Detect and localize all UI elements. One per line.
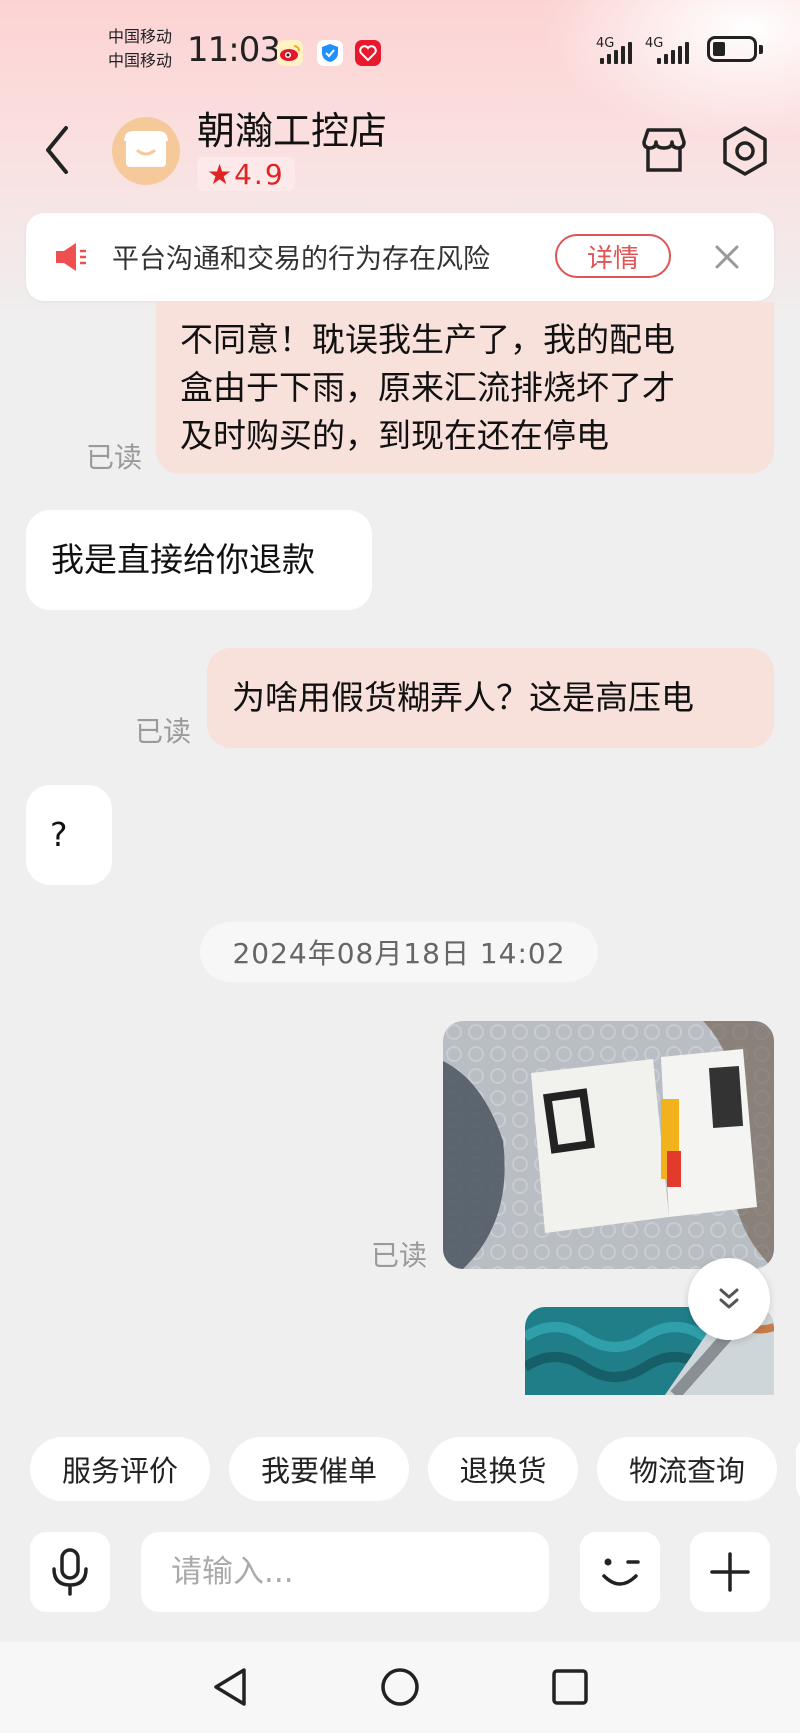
nav-back-icon[interactable]	[210, 1666, 250, 1708]
image-message[interactable]	[443, 1021, 774, 1269]
plus-icon	[710, 1552, 750, 1592]
message-input[interactable]	[141, 1532, 549, 1612]
shop-name: 朝瀚工控店	[197, 109, 388, 153]
heart-app-icon	[355, 40, 381, 66]
signal-strength-icon	[600, 40, 636, 64]
star-icon: ★	[207, 157, 235, 191]
weibo-icon	[277, 40, 303, 66]
more-actions-button[interactable]	[690, 1532, 770, 1612]
message-bubble-outgoing[interactable]: 不同意！耽误我生产了，我的配电 盒由于下雨，原来汇流排烧坏了才 及时购买的，到现…	[156, 302, 774, 474]
settings-icon[interactable]	[718, 124, 772, 178]
read-receipt: 已读	[371, 1239, 428, 1272]
back-icon[interactable]	[38, 122, 78, 178]
chat-timestamp: 2024年08月18日 14:02	[200, 922, 598, 982]
risk-notice-banner: 平台沟通和交易的行为存在风险 详情	[26, 213, 774, 301]
battery-icon	[707, 36, 763, 62]
emoji-button[interactable]	[580, 1532, 660, 1612]
quick-reply-logistics[interactable]: 物流查询	[597, 1437, 777, 1501]
chevron-double-down-icon	[719, 1288, 739, 1309]
carrier-label-2: 中国移动	[108, 51, 173, 70]
scroll-to-bottom-button[interactable]	[688, 1258, 770, 1340]
emoji-wink-icon	[602, 1558, 640, 1586]
carrier-label-1: 中国移动	[108, 27, 173, 46]
quick-reply-urge-order[interactable]: 我要催单	[229, 1437, 409, 1501]
message-line: 不同意！耽误我生产了，我的配电	[180, 320, 675, 359]
shop-avatar[interactable]	[112, 117, 180, 185]
notice-detail-button[interactable]: 详情	[555, 234, 671, 278]
microphone-icon	[52, 1548, 88, 1596]
status-time: 11:03	[187, 30, 281, 70]
message-bubble-outgoing[interactable]: 为啥用假货糊弄人？这是高压电	[207, 648, 774, 748]
message-bubble-incoming[interactable]: ?	[26, 785, 112, 885]
quick-reply-more[interactable]	[796, 1437, 800, 1501]
shop-rating-badge: ★ 4.9	[197, 157, 295, 191]
system-navigation-bar	[0, 1642, 800, 1733]
voice-input-button[interactable]	[30, 1532, 110, 1612]
message-line: 盒由于下雨，原来汇流排烧坏了才	[180, 368, 675, 407]
message-line: 及时购买的，到现在还在停电	[180, 416, 609, 455]
quick-reply-service-rating[interactable]: 服务评价	[30, 1437, 210, 1501]
rating-value: 4.9	[234, 157, 285, 191]
quick-reply-return-exchange[interactable]: 退换货	[428, 1437, 578, 1501]
speaker-icon	[52, 237, 92, 277]
shield-icon	[317, 40, 343, 66]
store-icon[interactable]	[638, 124, 690, 176]
message-bubble-incoming[interactable]: 我是直接给你退款	[26, 510, 372, 610]
read-receipt: 已读	[135, 715, 192, 748]
read-receipt: 已读	[86, 441, 143, 474]
nav-recents-icon[interactable]	[550, 1667, 590, 1707]
signal-strength-icon-2	[657, 40, 693, 64]
notice-text: 平台沟通和交易的行为存在风险	[112, 244, 490, 275]
close-icon[interactable]	[711, 241, 743, 273]
nav-home-icon[interactable]	[379, 1666, 421, 1708]
